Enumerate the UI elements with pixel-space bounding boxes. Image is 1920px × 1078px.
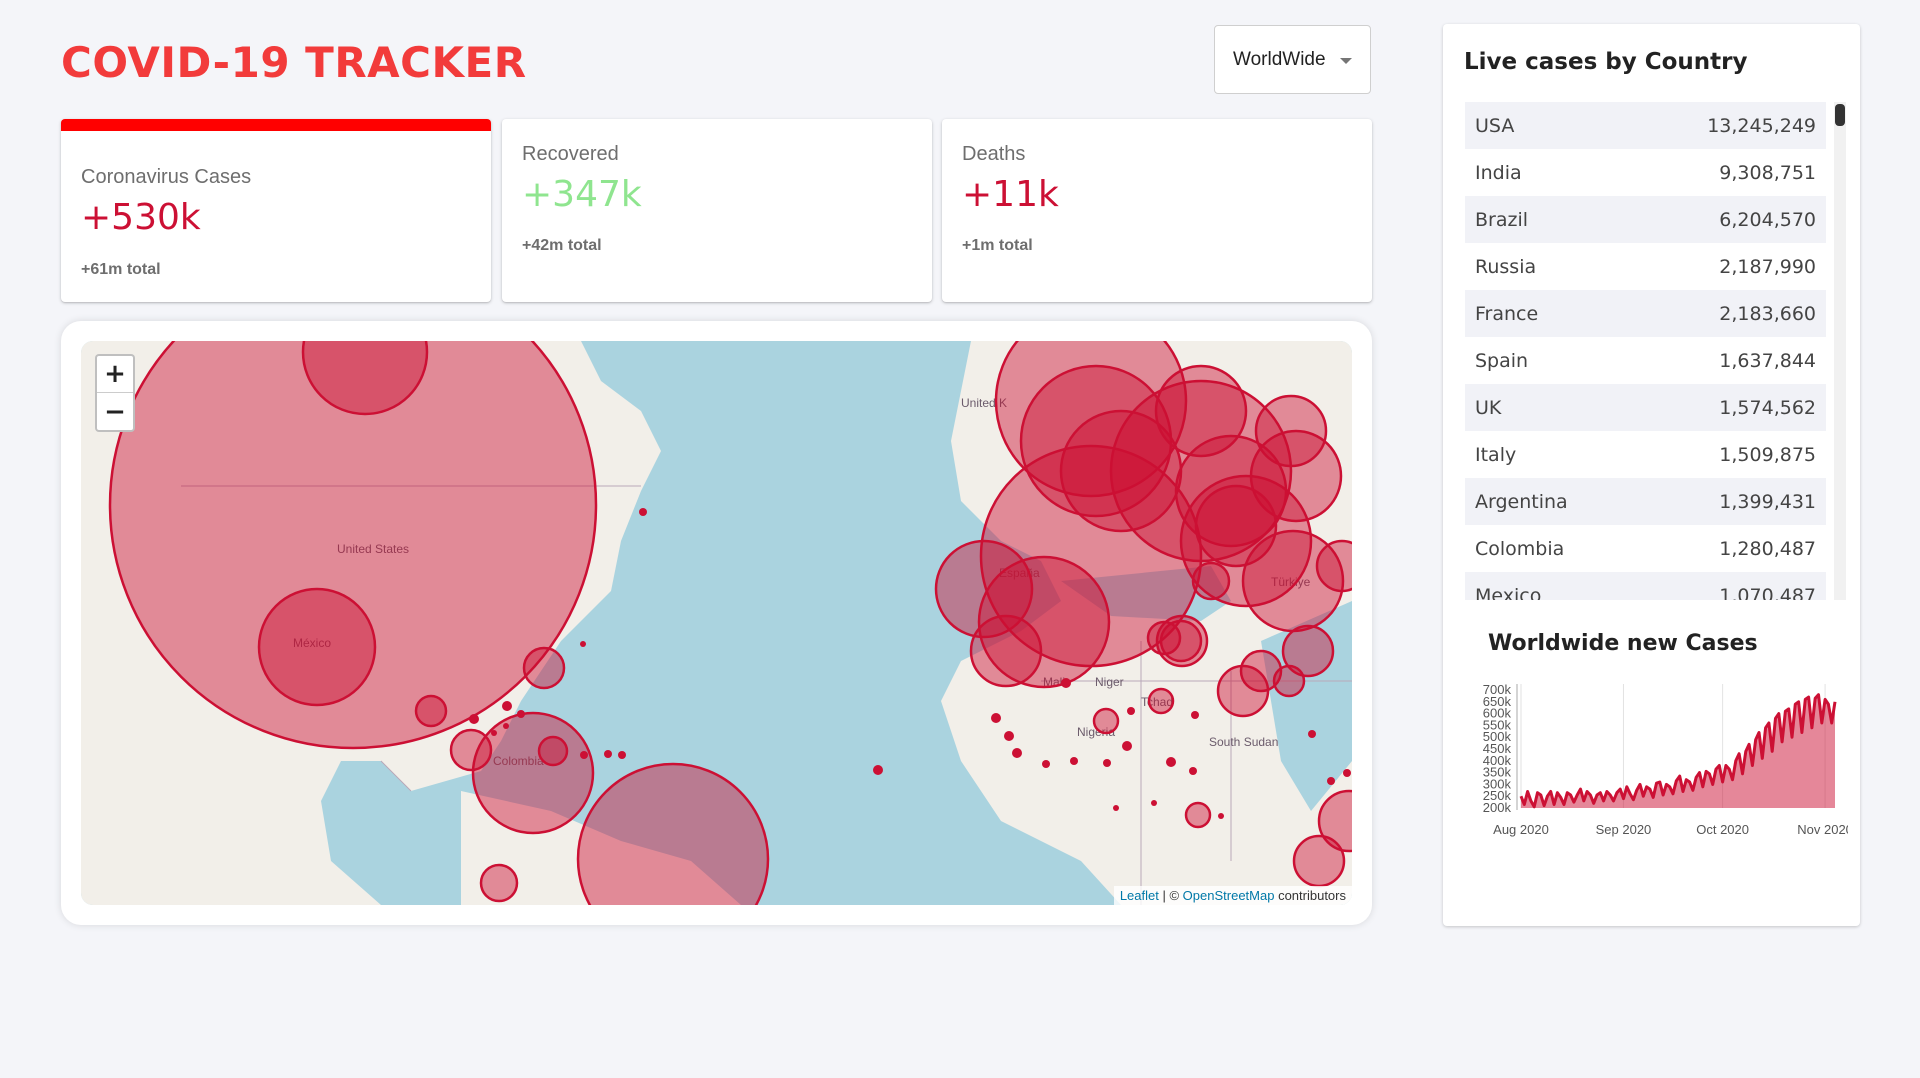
country-table-scroll[interactable]: USA 13,245,249 India 9,308,751 Brazil 6,204,5… (1465, 102, 1846, 600)
country-cases: 6,204,570 (1719, 208, 1816, 231)
worldwide-cases-chart: 700k650k600k550k500k450k400k350k300k250k… (1483, 682, 1848, 837)
circle-belarus[interactable] (1254, 394, 1328, 468)
map-panel: United States México Colombia Mali Niger… (61, 321, 1372, 925)
cases-card-total: +61m total (81, 261, 161, 278)
table-row: France 2,183,660 (1465, 290, 1826, 337)
circle-panama[interactable] (449, 728, 493, 772)
map-attribution: Leaflet | © OpenStreetMap contributors (1113, 886, 1352, 905)
leaflet-link[interactable]: Leaflet (1120, 888, 1159, 903)
cases-card[interactable]: Coronavirus Cases +530k +61m total (61, 119, 491, 302)
zoom-out-button[interactable]: − (97, 393, 133, 430)
chart-x-axis: Aug 2020 Sep 2020 Oct 2020 Nov 2020 (1493, 822, 1848, 837)
zoom-control: + − (95, 354, 135, 432)
country-table: USA 13,245,249 India 9,308,751 Brazil 6,204,5… (1465, 102, 1826, 600)
y-tick-label: 200k (1483, 800, 1512, 815)
chevron-down-icon (1340, 58, 1352, 64)
deaths-card-value: +11k (962, 174, 1059, 215)
country-cases: 1,070,487 (1719, 584, 1816, 601)
scrollbar-track[interactable] (1834, 102, 1846, 600)
recovered-card-value: +347k (522, 174, 642, 215)
chart-title: Worldwide new Cases (1488, 631, 1758, 656)
map-label-south-sudan: South Sudan (1209, 735, 1278, 749)
table-row: Brazil 6,204,570 (1465, 196, 1826, 243)
circle-kenya[interactable] (1184, 801, 1212, 829)
zoom-in-button[interactable]: + (97, 356, 133, 393)
country-name: USA (1475, 114, 1515, 137)
country-cases: 9,308,751 (1719, 161, 1816, 184)
table-row: Mexico 1,070,487 (1465, 572, 1826, 600)
circle-nigeria-mark[interactable] (1147, 687, 1175, 715)
country-cases: 1,637,844 (1719, 349, 1816, 372)
country-cases: 1,399,431 (1719, 490, 1816, 513)
table-row: USA 13,245,249 (1465, 102, 1826, 149)
cases-card-label: Coronavirus Cases (81, 166, 252, 188)
x-tick-label: Oct 2020 (1696, 822, 1749, 837)
scrollbar-thumb[interactable] (1835, 104, 1845, 126)
country-name: Brazil (1475, 208, 1529, 231)
table-row: Argentina 1,399,431 (1465, 478, 1826, 525)
attribution-separator: | © (1158, 888, 1183, 903)
recovered-card-label: Recovered (522, 143, 619, 165)
circle-ecuador[interactable] (479, 863, 519, 903)
x-tick-label: Nov 2020 (1797, 822, 1848, 837)
country-cases: 2,187,990 (1719, 255, 1816, 278)
circle-mexico[interactable] (257, 587, 377, 707)
circle-dominican[interactable] (522, 646, 566, 690)
table-title: Live cases by Country (1464, 49, 1748, 75)
cases-card-value: +530k (81, 197, 201, 238)
table-row: Russia 2,187,990 (1465, 243, 1826, 290)
circle-colombia[interactable] (471, 711, 595, 835)
x-tick-label: Aug 2020 (1493, 822, 1549, 837)
map-label-niger: Niger (1095, 675, 1124, 689)
country-name: Argentina (1475, 490, 1568, 513)
table-row: Spain 1,637,844 (1465, 337, 1826, 384)
circle-sweden[interactable] (1154, 364, 1248, 458)
recovered-card[interactable]: Recovered +347k +42m total (502, 119, 932, 302)
table-row: UK 1,574,562 (1465, 384, 1826, 431)
circle-ghana[interactable] (1092, 707, 1120, 735)
country-cases: 1,280,487 (1719, 537, 1816, 560)
table-row: Italy 1,509,875 (1465, 431, 1826, 478)
country-name: UK (1475, 396, 1502, 419)
circle-algeria[interactable] (969, 614, 1043, 688)
country-cases: 13,245,249 (1707, 114, 1816, 137)
country-name: Italy (1475, 443, 1517, 466)
table-row: Colombia 1,280,487 (1465, 525, 1826, 572)
country-cases: 1,574,562 (1719, 396, 1816, 419)
x-tick-label: Sep 2020 (1596, 822, 1652, 837)
circle-syria[interactable] (1216, 664, 1270, 718)
map-view[interactable]: United States México Colombia Mali Niger… (81, 341, 1352, 905)
attribution-tail: contributors (1274, 888, 1346, 903)
deaths-card[interactable]: Deaths +11k +1m total (942, 119, 1372, 302)
circle-venezuela[interactable] (537, 735, 569, 767)
country-select[interactable]: WorldWide (1214, 25, 1371, 94)
country-name: Spain (1475, 349, 1529, 372)
deaths-card-total: +1m total (962, 237, 1033, 254)
circle-sudan[interactable] (1272, 664, 1306, 698)
recovered-card-total: +42m total (522, 237, 602, 254)
circle-libya[interactable] (1146, 620, 1182, 656)
app-title: COVID-19 TRACKER (61, 38, 527, 87)
circle-italy-south[interactable] (1191, 561, 1231, 601)
country-select-value: WorldWide (1233, 48, 1326, 70)
osm-link[interactable]: OpenStreetMap (1183, 888, 1275, 903)
country-name: France (1475, 302, 1539, 325)
country-name: Colombia (1475, 537, 1565, 560)
country-name: India (1475, 161, 1522, 184)
country-cases: 2,183,660 (1719, 302, 1816, 325)
chart-y-axis: 700k650k600k550k500k450k400k350k300k250k… (1483, 682, 1518, 815)
country-name: Mexico (1475, 584, 1542, 601)
circle-honduras[interactable] (414, 694, 448, 728)
world-map: United States México Colombia Mali Niger… (81, 341, 1352, 905)
circle-brazil[interactable] (576, 762, 770, 905)
deaths-card-label: Deaths (962, 143, 1026, 165)
table-row: India 9,308,751 (1465, 149, 1826, 196)
country-name: Russia (1475, 255, 1537, 278)
country-cases: 1,509,875 (1719, 443, 1816, 466)
